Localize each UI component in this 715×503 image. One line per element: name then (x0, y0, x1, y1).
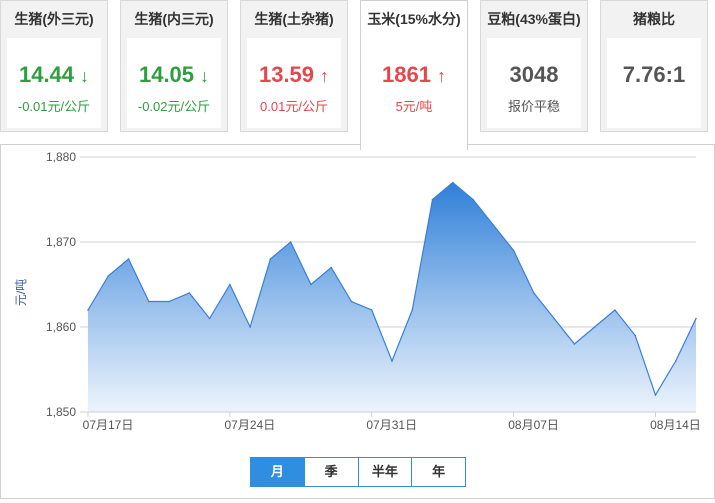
arrow-down-icon: ↓ (200, 66, 210, 86)
card-body: 14.44 ↓ -0.01元/公斤 (7, 38, 101, 128)
data-point (87, 309, 89, 311)
card-title: 豆粕(43%蛋白) (487, 11, 581, 27)
price-card-4[interactable]: 豆粕(43%蛋白) 3048 报价平稳 (480, 0, 588, 132)
data-point (573, 343, 576, 345)
data-point (249, 326, 251, 328)
card-body: 3048 报价平稳 (487, 38, 581, 128)
card-change: -0.02元/公斤 (137, 99, 211, 114)
data-point (370, 309, 373, 311)
price-card-2[interactable]: 生猪(土杂猪) 13.59 ↑ 0.01元/公斤 (240, 0, 348, 132)
card-price: 13.59 (258, 62, 315, 87)
data-point (269, 258, 272, 260)
card-change: 0.01元/公斤 (260, 99, 328, 114)
data-point (188, 292, 191, 294)
toggle-half-year-button[interactable]: 半年 (358, 458, 413, 486)
period-toggle: 月 季 半年 年 (250, 457, 466, 487)
card-title: 玉米(15%水分) (367, 11, 461, 27)
card-body: 13.59 ↑ 0.01元/公斤 (247, 38, 341, 128)
card-price-row: 1861 ↑ (367, 62, 461, 88)
card-title: 生猪(内三元) (134, 11, 214, 27)
data-point (168, 300, 170, 303)
data-point (107, 275, 110, 277)
data-point (148, 300, 150, 303)
toggle-season-button[interactable]: 季 (304, 458, 359, 486)
data-point (674, 360, 677, 362)
card-price-row: 13.59 ↑ (247, 62, 341, 88)
data-point (350, 300, 353, 303)
toggle-month-button[interactable]: 月 (251, 458, 305, 486)
data-point (229, 283, 231, 286)
card-title: 生猪(外三元) (14, 11, 94, 27)
x-tick-label: 07月17日 (83, 418, 134, 432)
data-point (330, 266, 333, 269)
y-tick-label: 1,870 (46, 235, 76, 249)
price-card-3[interactable]: 玉米(15%水分) 1861 ↑ 5元/吨 (360, 0, 468, 150)
card-title: 猪粮比 (633, 11, 675, 27)
price-card-1[interactable]: 生猪(内三元) 14.05 ↓ -0.02元/公斤 (120, 0, 228, 132)
data-point (492, 224, 495, 226)
arrow-up-icon: ↑ (436, 66, 446, 86)
card-price: 14.05 (138, 62, 195, 87)
card-body: 14.05 ↓ -0.02元/公斤 (127, 38, 221, 128)
card-price: 14.44 (18, 62, 75, 87)
card-change: 5元/吨 (395, 99, 433, 114)
card-body: 7.76:1 (607, 38, 701, 128)
data-point (472, 198, 474, 201)
x-tick-label: 08月07日 (508, 418, 559, 432)
y-tick-label: 1,880 (46, 150, 76, 164)
data-point (391, 360, 393, 362)
data-point (411, 309, 414, 311)
card-title: 生猪(土杂猪) (254, 11, 334, 27)
data-point (512, 249, 515, 252)
data-point (614, 309, 616, 311)
price-card-5[interactable]: 猪粮比 7.76:1 (600, 0, 708, 132)
data-point (310, 283, 312, 286)
card-price-row: 3048 (487, 62, 581, 88)
card-price-row: 14.05 ↓ (127, 62, 221, 88)
arrow-down-icon: ↓ (80, 66, 90, 86)
toggle-year-button[interactable]: 年 (412, 458, 465, 486)
data-point (634, 334, 636, 337)
card-change: 报价平稳 (507, 99, 560, 114)
card-price-row: 14.44 ↓ (7, 62, 101, 88)
data-point (533, 292, 535, 294)
price-tabs: 生猪(外三元) 14.44 ↓ -0.01元/公斤 生猪(内三元) 14.05 ↓ -0.02… (0, 0, 715, 150)
data-point (553, 317, 555, 320)
data-point (208, 317, 211, 320)
data-point (127, 258, 130, 260)
card-price: 3048 (509, 62, 559, 87)
card-change: -0.01元/公斤 (17, 99, 91, 114)
y-axis-label: 元/吨 (14, 279, 28, 306)
data-point (289, 241, 292, 243)
card-price-row: 7.76:1 (607, 62, 701, 88)
data-point (593, 326, 596, 328)
x-tick-label: 07月31日 (366, 418, 417, 432)
corn-price-chart: 1,850 1,860 1,870 1,880 07月17日 07月24日 07月31日 08… (14, 150, 701, 432)
card-price: 7.76:1 (622, 62, 686, 87)
x-tick-label: 08月14日 (650, 418, 701, 432)
data-point (654, 394, 657, 396)
price-card-0[interactable]: 生猪(外三元) 14.44 ↓ -0.01元/公斤 (0, 0, 108, 132)
y-tick-label: 1,850 (46, 405, 76, 419)
card-body: 1861 ↑ 5元/吨 (367, 38, 461, 148)
x-tick-label: 07月24日 (225, 418, 276, 432)
y-tick-label: 1,860 (46, 320, 76, 334)
card-price: 1861 (382, 62, 431, 87)
chart-panel: 1,850 1,860 1,870 1,880 07月17日 07月24日 07月31日 08… (0, 144, 715, 499)
data-point (695, 317, 697, 320)
data-point (431, 198, 434, 201)
arrow-up-icon: ↑ (320, 66, 330, 86)
data-point (452, 181, 454, 184)
